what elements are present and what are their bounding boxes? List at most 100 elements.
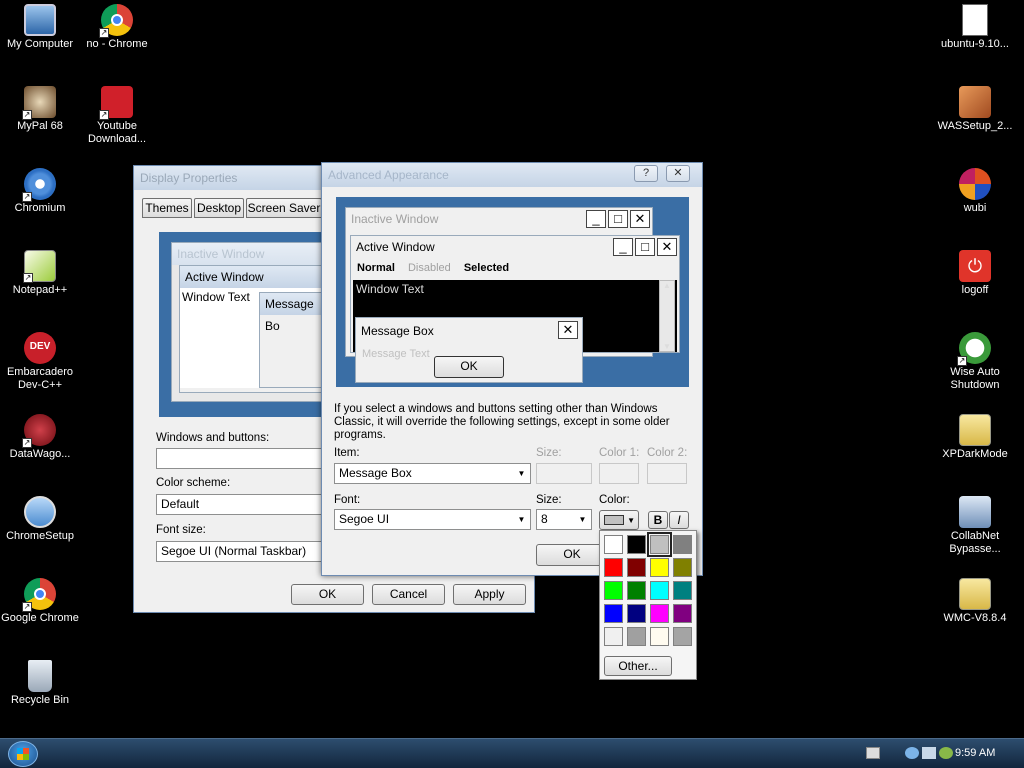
desktop-icon-xpdarkmode[interactable]: XPDarkMode (935, 414, 1015, 461)
color-swatch[interactable] (604, 604, 623, 623)
desktop-icon-ubuntu[interactable]: ubuntu-9.10... (935, 4, 1015, 51)
desktop-icon-wassetup[interactable]: WASSetup_2... (935, 86, 1015, 133)
shortcut-arrow-icon: ↗ (99, 110, 109, 120)
item-select[interactable]: Message Box ▼ (334, 463, 531, 484)
preview-menubar: Normal Disabled Selected (357, 262, 509, 274)
taskbar: 9:59 AM (0, 738, 1024, 768)
color-swatch[interactable] (627, 558, 646, 577)
computer-icon (24, 4, 56, 36)
scroll-up-icon: ▲ (663, 281, 671, 290)
bold-button[interactable]: B (648, 511, 668, 529)
font-size-select[interactable]: Segoe UI (Normal Taskbar) (156, 541, 324, 562)
desktop-icon-logoff[interactable]: ⏻ logoff (935, 250, 1015, 297)
desktop-icon-my-computer[interactable]: My Computer (0, 4, 80, 51)
help-button[interactable]: ? (634, 165, 658, 182)
youtube-downloader-icon: ↗ (99, 86, 133, 120)
info-text: If you select a windows and buttons sett… (334, 403, 670, 441)
chromium-icon: ↗ (22, 168, 56, 202)
desktop-icon-wise-auto-shutdown[interactable]: ↗ Wise Auto Shutdown (935, 332, 1015, 392)
preview-menu-selected: Selected (463, 262, 510, 274)
icon-label: Chromium (14, 202, 66, 214)
color-swatch[interactable] (650, 604, 669, 623)
tab-desktop[interactable]: Desktop (194, 198, 244, 218)
shortcut-arrow-icon: ↗ (22, 192, 32, 202)
desktop-icon-chromesetup[interactable]: ChromeSetup (0, 496, 80, 543)
icon-label: CollabNet Bypasse... (949, 530, 1001, 555)
desktop-icon-wubi[interactable]: wubi (935, 168, 1015, 215)
desktop-icon-notepadpp[interactable]: ↗ Notepad++ (0, 250, 80, 297)
clock[interactable]: 9:59 AM (955, 747, 995, 759)
color-swatch[interactable] (650, 627, 669, 646)
color-swatch[interactable] (673, 558, 692, 577)
tray-app-icon[interactable] (939, 747, 953, 759)
color-swatch[interactable] (673, 604, 692, 623)
preview-inactive-title: Inactive Window (172, 243, 330, 265)
icon-label: My Computer (6, 38, 74, 50)
preview-menu-disabled: Disabled (407, 262, 451, 274)
desktop-icon-recycle-bin[interactable]: Recycle Bin (0, 660, 80, 707)
advanced-appearance-window: Advanced Appearance ? ✕ Inactive Window … (321, 162, 703, 576)
desktop-icon-chromium[interactable]: ↗ Chromium (0, 168, 80, 215)
italic-button[interactable]: I (669, 511, 689, 529)
windows-buttons-select[interactable] (156, 448, 324, 469)
shortcut-arrow-icon: ↗ (22, 438, 32, 448)
advanced-appearance-titlebar[interactable]: Advanced Appearance ? ✕ (322, 163, 702, 187)
font-color-button[interactable]: ▼ (599, 510, 639, 530)
color-swatch[interactable] (604, 627, 623, 646)
icon-label: Google Chrome (1, 612, 79, 624)
window-title: Display Properties (140, 171, 238, 185)
color-swatch[interactable] (627, 604, 646, 623)
font-size-select[interactable]: 8 ▼ (536, 509, 592, 530)
chevron-down-icon: ▼ (627, 516, 635, 525)
icon-label: MyPal 68 (17, 120, 63, 132)
item-label: Item: (334, 447, 360, 459)
network-icon[interactable] (905, 747, 919, 759)
preview-close-icon: ✕ (558, 321, 578, 339)
desktop-icon-wmc[interactable]: WMC-V8.8.4 (935, 578, 1015, 625)
color-swatch[interactable] (627, 581, 646, 600)
keyboard-icon[interactable] (866, 747, 880, 759)
preview-close-icon: ✕ (630, 210, 650, 228)
icon-label: ubuntu-9.10... (941, 38, 1009, 50)
start-button[interactable] (8, 741, 38, 767)
preview-close-icon: ✕ (657, 238, 677, 256)
close-button[interactable]: ✕ (666, 165, 690, 182)
apply-button[interactable]: Apply (453, 584, 526, 605)
color-swatch[interactable] (604, 581, 623, 600)
color1-button (599, 463, 639, 484)
color-scheme-select[interactable]: Default (156, 494, 324, 515)
color-swatch[interactable] (650, 558, 669, 577)
color-swatch[interactable] (673, 535, 692, 554)
color-swatch[interactable] (604, 535, 623, 554)
desktop-icon-collabnet[interactable]: CollabNet Bypasse... (935, 496, 1015, 556)
font-label: Font: (334, 494, 361, 506)
desktop-icon-youtube-downloader[interactable]: ↗ Youtube Download... (77, 86, 157, 146)
tab-themes[interactable]: Themes (142, 198, 192, 218)
icon-label: Notepad++ (12, 284, 68, 296)
color-swatch[interactable] (627, 535, 646, 554)
ok-button[interactable]: OK (291, 584, 364, 605)
desktop-icon-devcpp[interactable]: DEV Embarcadero Dev-C++ (0, 332, 80, 392)
tab-screen-saver[interactable]: Screen Saver (246, 198, 322, 218)
color-swatch[interactable] (650, 581, 669, 600)
font-select[interactable]: Segoe UI ▼ (334, 509, 531, 530)
other-color-button[interactable]: Other... (604, 656, 672, 676)
color-swatch[interactable] (627, 627, 646, 646)
file-icon (962, 4, 988, 36)
desktop-icon-no-chrome[interactable]: ↗ no - Chrome (77, 4, 157, 51)
volume-icon[interactable] (922, 747, 936, 759)
cancel-button[interactable]: Cancel (372, 584, 445, 605)
preview-maximize-icon: □ (608, 210, 628, 228)
color-swatch[interactable] (673, 581, 692, 600)
power-icon: ⏻ (959, 250, 991, 282)
windows-logo-icon (17, 748, 29, 760)
color-swatch[interactable] (647, 532, 672, 557)
desktop-icon-google-chrome[interactable]: ↗ Google Chrome (0, 578, 80, 625)
desktop-icon-mypal[interactable]: ↗ MyPal 68 (0, 86, 80, 133)
color-swatch[interactable] (673, 627, 692, 646)
item-size-spinner (536, 463, 592, 484)
ok-button[interactable]: OK (536, 544, 608, 566)
color-scheme-label: Color scheme: (156, 477, 231, 489)
desktop-icon-datawago[interactable]: ↗ DataWago... (0, 414, 80, 461)
color-swatch[interactable] (604, 558, 623, 577)
